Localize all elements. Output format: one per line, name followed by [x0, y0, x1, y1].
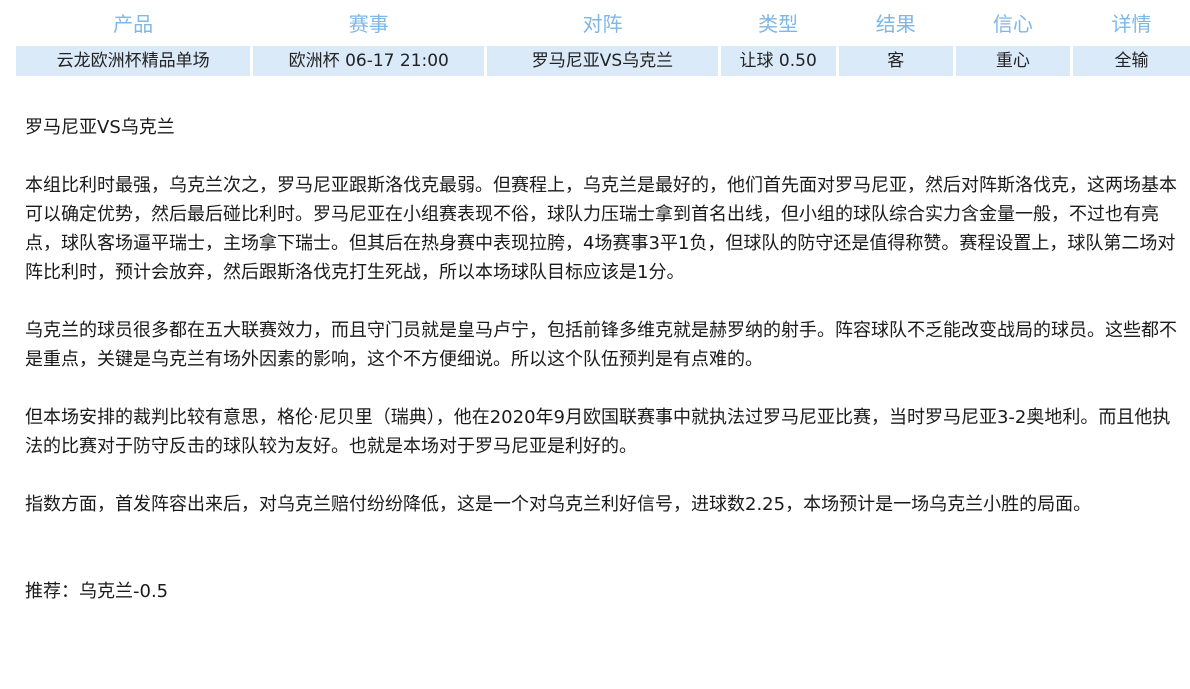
article-title: 罗马尼亚VS乌克兰 — [25, 117, 175, 138]
article-paragraph-ukraine: 乌克兰的球员很多都在五大联赛效力，而且守门员就是皇马卢宁，包括前锋多维克就是赫罗… — [25, 320, 1177, 370]
article-paragraph-intro: 本组比利时最强，乌克兰次之，罗马尼亚跟斯洛伐克最弱。但赛程上，乌克兰是最好的，他… — [25, 175, 1177, 283]
cell-result: 客 — [838, 46, 953, 76]
cell-match: 罗马尼亚VS乌克兰 — [487, 46, 718, 76]
header-detail: 详情 — [1111, 12, 1152, 36]
article-recommendation: 推荐：乌克兰-0.5 — [25, 581, 169, 602]
cell-product: 云龙欧洲杯精品单场 — [16, 46, 251, 76]
header-event: 赛事 — [348, 12, 389, 36]
header-product: 产品 — [113, 12, 154, 36]
analysis-article: 罗马尼亚VS乌克兰 本组比利时最强，乌克兰次之，罗马尼亚跟斯洛伐克最弱。但赛程上… — [25, 113, 1185, 606]
header-result: 结果 — [875, 12, 916, 36]
header-match: 对阵 — [582, 12, 623, 36]
table-row: 云龙欧洲杯精品单场 欧洲杯 06-17 21:00 罗马尼亚VS乌克兰 让球 0… — [16, 46, 1190, 76]
article-paragraph-odds: 指数方面，首发阵容出来后，对乌克兰赔付纷纷降低，这是一个对乌克兰利好信号，进球数… — [25, 494, 1092, 515]
article-spacer — [25, 548, 1185, 577]
cell-event: 欧洲杯 06-17 21:00 — [253, 46, 485, 76]
cell-detail: 全输 — [1072, 46, 1190, 76]
table-header-row: 产品 赛事 对阵 类型 结果 信心 详情 — [16, 8, 1190, 46]
cell-type: 让球 0.50 — [720, 46, 836, 76]
match-table: 产品 赛事 对阵 类型 结果 信心 详情 云龙欧洲杯精品单场 欧洲杯 06-17… — [16, 8, 1190, 76]
article-paragraph-referee: 但本场安排的裁判比较有意思，格伦·尼贝里（瑞典），他在2020年9月欧国联赛事中… — [25, 407, 1171, 457]
header-type: 类型 — [758, 12, 799, 36]
header-confidence: 信心 — [992, 12, 1033, 36]
cell-confidence: 重心 — [955, 46, 1070, 76]
